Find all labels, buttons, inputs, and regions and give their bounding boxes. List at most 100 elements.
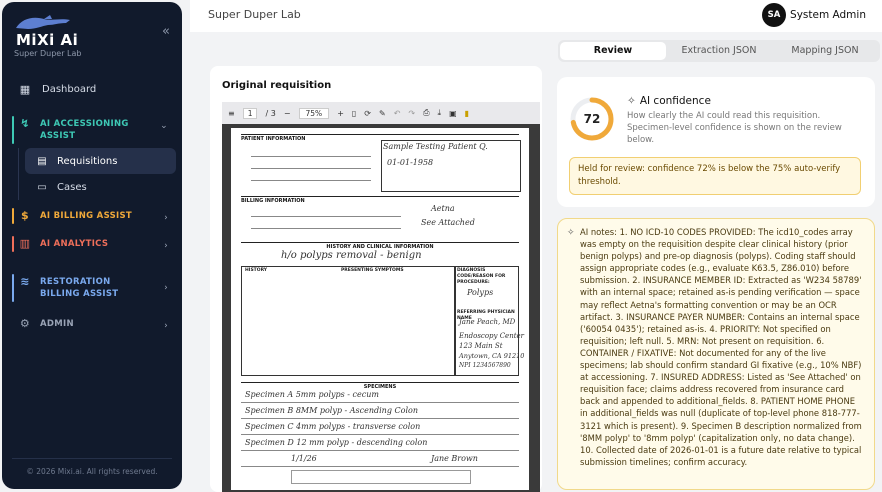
grid-icon: ▦ xyxy=(19,82,31,96)
handwritten-address1: 123 Main St xyxy=(459,342,503,350)
group-accent-bar xyxy=(12,116,14,144)
handwritten-specimen-b: Specimen B 8MM polyp - Ascending Colon xyxy=(245,406,418,415)
diagnosis-label: DIAGNOSIS CODE/REASON FOR PROCEDURE: xyxy=(457,268,506,285)
tab-mapping-json[interactable]: Mapping JSON xyxy=(772,42,878,60)
held-for-review-banner: Held for review: confidence 72% is below… xyxy=(569,157,861,195)
sidebar-nav: ▦ Dashboard ↯ AI ACCESSIONING ASSIST ⌄ ▤… xyxy=(12,76,176,336)
form-section-history: HISTORY AND CLINICAL INFORMATION xyxy=(241,242,519,250)
group-label: RESTORATION BILLING ASSIST xyxy=(40,277,119,299)
history-box xyxy=(241,266,455,376)
symptoms-label: PRESENTING SYMPTOMS xyxy=(341,268,404,273)
highlight-icon[interactable]: ▮ xyxy=(465,109,469,118)
form-footer-box xyxy=(291,470,471,484)
sidebar-group-ai-analytics[interactable]: ▥ AI ANALYTICS › xyxy=(12,232,176,256)
sidebar-item-dashboard[interactable]: ▦ Dashboard xyxy=(12,76,176,102)
history-label: HISTORY xyxy=(245,268,268,273)
sparkle-icon: ✧ xyxy=(567,228,575,238)
sidebar-divider xyxy=(12,458,172,459)
page-total: / 3 xyxy=(265,108,276,118)
zoom-select[interactable]: 75% xyxy=(298,107,330,119)
fit-page-icon[interactable]: ▯ xyxy=(352,109,356,118)
form-line xyxy=(251,180,371,181)
gear-icon: ⚙ xyxy=(19,317,31,330)
handwritten-date: 1/1/26 xyxy=(291,454,317,463)
page-number-input[interactable]: 1 xyxy=(242,107,258,119)
user-name[interactable]: System Admin xyxy=(790,9,866,21)
handwritten-diagnosis: Polyps xyxy=(467,288,494,297)
sidebar-item-cases[interactable]: ▭ Cases xyxy=(25,174,176,200)
ai-notes-panel: ✧ AI notes: 1. NO ICD-10 CODES PROVIDED:… xyxy=(557,218,875,490)
sidebar: MiXi Ai Super Duper Lab « ▦ Dashboard ↯ … xyxy=(2,2,182,489)
zoom-out-icon[interactable]: − xyxy=(284,109,291,118)
handwritten-npi: NPI 1234567890 xyxy=(459,362,511,369)
requisition-page: PATIENT INFORMATION Sample Testing Patie… xyxy=(231,128,529,490)
form-line xyxy=(251,168,371,169)
group-accent-bar xyxy=(12,274,14,302)
redo-icon[interactable]: ↷ xyxy=(408,109,415,118)
sidebar-subnav: ▤ Requisitions ▭ Cases xyxy=(18,148,176,200)
save-icon[interactable]: ▣ xyxy=(449,109,457,118)
confidence-value: 72 xyxy=(583,112,601,126)
sidebar-group-ai-accessioning[interactable]: ↯ AI ACCESSIONING ASSIST ⌄ xyxy=(12,112,176,148)
tab-review[interactable]: Review xyxy=(560,42,666,60)
print-icon[interactable]: ⎙ xyxy=(423,108,429,118)
form-line xyxy=(241,418,519,419)
collapse-sidebar-icon[interactable]: « xyxy=(162,24,170,39)
group-label: ADMIN xyxy=(40,319,74,329)
sidebar-item-requisitions[interactable]: ▤ Requisitions xyxy=(25,148,176,174)
avatar[interactable]: SA xyxy=(762,3,786,27)
form-line xyxy=(251,156,371,157)
group-label: AI ACCESSIONING ASSIST xyxy=(40,119,129,141)
form-line xyxy=(241,450,519,451)
form-line xyxy=(241,466,519,467)
handwritten-specimen-d: Specimen D 12 mm polyp - descending colo… xyxy=(245,438,428,447)
review-tabs: Review Extraction JSON Mapping JSON xyxy=(558,40,880,62)
form-section-specimens: SPECIMENS xyxy=(241,382,519,390)
sidebar-item-label: Requisitions xyxy=(57,155,118,167)
handwritten-specimen-a: Specimen A 5mm polyps - cecum xyxy=(245,390,379,399)
form-section-billing: BILLING INFORMATION xyxy=(241,196,519,204)
folder-icon: ▭ xyxy=(37,181,47,193)
handwritten-history: h/o polyps removal - benign xyxy=(281,250,422,261)
rotate-icon[interactable]: ⟳ xyxy=(364,109,371,118)
handwritten-facility: Endoscopy Center xyxy=(459,332,525,340)
group-accent-bar xyxy=(12,236,14,252)
lab-name: Super Duper Lab xyxy=(208,8,301,21)
logo-subtitle: Super Duper Lab xyxy=(14,49,82,58)
group-accent-bar xyxy=(12,208,14,224)
form-line xyxy=(251,228,401,229)
layers-icon: ≋ xyxy=(20,275,30,288)
sidebar-group-admin[interactable]: ⚙ ADMIN › xyxy=(12,312,176,336)
top-bar: Super Duper Lab SA System Admin xyxy=(190,0,882,32)
group-label: AI ANALYTICS xyxy=(40,239,109,249)
panther-logo-icon xyxy=(16,15,70,29)
sidebar-toggle-icon[interactable]: ≡ xyxy=(228,109,235,118)
tab-extraction-json[interactable]: Extraction JSON xyxy=(666,42,772,60)
form-line xyxy=(251,216,401,217)
bar-chart-icon: ▥ xyxy=(19,237,31,250)
chevron-down-icon: ⌄ xyxy=(160,121,168,131)
pulse-icon: ↯ xyxy=(20,117,30,130)
handwritten-collected-by: Jane Brown xyxy=(431,454,478,463)
chevron-right-icon: › xyxy=(164,241,168,251)
handwritten-member: Aetna xyxy=(431,204,455,213)
confidence-description: How clearly the AI could read this requi… xyxy=(627,111,842,145)
zoom-in-icon[interactable]: + xyxy=(337,109,344,118)
sidebar-item-label: Dashboard xyxy=(42,83,97,95)
undo-icon[interactable]: ↶ xyxy=(394,109,401,118)
dollar-icon: $ xyxy=(21,209,29,222)
sidebar-group-restoration-billing[interactable]: ≋ RESTORATION BILLING ASSIST › xyxy=(12,270,176,306)
download-icon[interactable]: ⤓ xyxy=(438,108,442,118)
form-line xyxy=(241,402,519,403)
logo-text: MiXi Ai xyxy=(16,31,79,49)
handwritten-name: Sample Testing Patient Q. xyxy=(383,142,488,151)
confidence-title-text: AI confidence xyxy=(639,95,711,107)
sidebar-group-ai-billing[interactable]: $ AI BILLING ASSIST › xyxy=(12,204,176,228)
pdf-toolbar: ≡ 1 / 3 − 75% + ▯ ⟳ ✎ ↶ ↷ ⎙ ⤓ ▣ ▮ xyxy=(222,102,540,124)
logo[interactable]: MiXi Ai Super Duper Lab xyxy=(14,14,164,60)
sidebar-footer: © 2026 Mixi.ai. All rights reserved. xyxy=(26,467,158,476)
handwritten-address2: Anytown, CA 91210 xyxy=(459,352,525,360)
handwritten-see-attached: See Attached xyxy=(421,218,475,227)
confidence-title: ✧ AI confidence xyxy=(627,95,711,107)
draw-icon[interactable]: ✎ xyxy=(379,109,386,118)
